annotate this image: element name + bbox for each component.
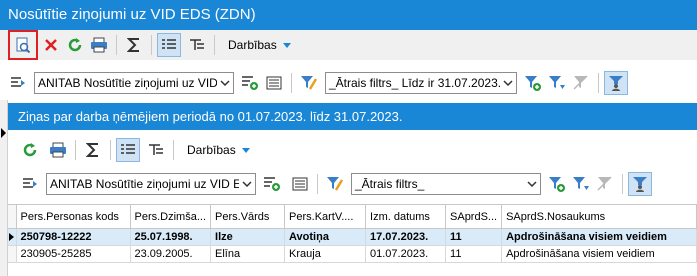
list-settings-icon[interactable]	[6, 71, 30, 95]
report-list-icon[interactable]	[262, 71, 286, 95]
caret-down-icon	[282, 42, 291, 48]
toolbar-separator	[151, 35, 152, 55]
chevron-down-icon	[239, 174, 255, 194]
clear-filter-icon[interactable]	[569, 71, 593, 95]
grid-header-row: Pers.Personas kods Pers.Dzimša... Pers.V…	[8, 204, 697, 229]
table-cell[interactable]: 01.07.2023.	[365, 245, 447, 263]
table-row[interactable]: 250798-12222 25.07.1998. Ilze Avotiņa 17…	[8, 228, 697, 246]
table-cell[interactable]: 17.07.2023.	[365, 228, 447, 246]
print-icon[interactable]	[87, 33, 111, 57]
toolbar-separator	[622, 174, 623, 194]
delete-icon[interactable]	[39, 33, 63, 57]
column-header[interactable]: Izm. datums	[365, 204, 447, 229]
add-filter-icon[interactable]	[521, 71, 545, 95]
column-header[interactable]: SAprdS...	[445, 204, 503, 229]
arrow-right-icon	[1, 128, 6, 138]
outer-filter-toolbar: ANITAB Nosūtītie ziņojumi uz VID EDS _Āt…	[0, 66, 697, 100]
table-cell[interactable]: Krauja	[284, 245, 367, 263]
table-cell[interactable]: Elīna	[210, 245, 286, 263]
current-row-arrow-icon	[9, 233, 14, 241]
inner-title: Ziņas par darba ņēmējiem periodā no 01.0…	[8, 103, 697, 130]
report-select-value: ANITAB Nosūtītie ziņojumi uz VID EDS	[38, 76, 234, 90]
chevron-down-icon	[524, 174, 540, 194]
table-row[interactable]: 230905-25285 23.09.2005. Elīna Krauja 01…	[8, 245, 697, 263]
window-title: Nosūtītie ziņojumi uz VID EDS (ZDN)	[0, 0, 697, 30]
toolbar-separator	[317, 174, 318, 194]
user-filter-icon[interactable]	[628, 172, 652, 196]
toolbar-separator	[75, 140, 76, 160]
data-grid: Pers.Personas kods Pers.Dzimša... Pers.V…	[8, 204, 697, 263]
filter-edit-icon[interactable]	[323, 172, 347, 196]
report-select[interactable]: ANITAB Nosūtītie ziņojumi uz VID EDS	[46, 173, 256, 195]
table-cell[interactable]: Apdrošināšana visiem veidiem	[501, 228, 697, 246]
actions-menu-label: Darbības	[187, 143, 236, 157]
row-indicator	[8, 245, 17, 263]
toolbar-separator	[173, 140, 174, 160]
toolbar-separator	[110, 140, 111, 160]
table-cell[interactable]: Ilze	[210, 228, 286, 246]
row-indicator-strip	[0, 100, 8, 276]
grid-view-icon[interactable]	[157, 33, 181, 57]
chevron-down-icon	[217, 73, 233, 93]
toolbar-separator	[598, 73, 599, 93]
table-cell[interactable]: Apdrošināšana visiem veidiem	[501, 245, 697, 263]
clear-filter-icon[interactable]	[593, 172, 617, 196]
table-cell[interactable]: 250798-12222	[15, 228, 131, 246]
print-icon[interactable]	[46, 138, 70, 162]
report-list-icon[interactable]	[288, 172, 312, 196]
actions-menu-button[interactable]: Darbības	[228, 38, 291, 52]
filter-select-value: _Ātrais filtrs_	[355, 177, 425, 191]
toolbar-separator	[291, 73, 292, 93]
add-report-icon[interactable]	[260, 172, 284, 196]
table-cell[interactable]: 11	[445, 245, 503, 263]
row-indicator	[8, 228, 17, 246]
report-select-value: ANITAB Nosūtītie ziņojumi uz VID EDS	[50, 177, 256, 191]
tree-view-icon[interactable]	[185, 33, 209, 57]
column-header[interactable]: Pers.Vārds	[210, 204, 286, 229]
header-indicator	[8, 204, 17, 229]
filter-edit-icon[interactable]	[297, 71, 321, 95]
table-cell[interactable]: 11	[445, 228, 503, 246]
refresh-icon[interactable]	[63, 33, 87, 57]
report-select[interactable]: ANITAB Nosūtītie ziņojumi uz VID EDS	[34, 72, 234, 94]
filter-options-icon[interactable]	[545, 71, 569, 95]
actions-menu-button[interactable]: Darbības	[187, 143, 250, 157]
column-header[interactable]: SAprdS.Nosaukums	[501, 204, 697, 229]
column-header[interactable]: Pers.Dzimša...	[129, 204, 212, 229]
add-report-icon[interactable]	[238, 71, 262, 95]
chevron-down-icon	[500, 73, 516, 93]
column-header[interactable]: Pers.Personas kods	[15, 204, 131, 229]
inner-filter-toolbar: ANITAB Nosūtītie ziņojumi uz VID EDS _Āt…	[8, 169, 697, 199]
filter-select-value: _Ātrais filtrs_ Līdz ir 31.07.2023.	[329, 76, 502, 90]
refresh-icon[interactable]	[18, 138, 42, 162]
sum-icon[interactable]	[81, 138, 105, 162]
table-cell[interactable]: 23.09.2005.	[129, 245, 212, 263]
tree-view-icon[interactable]	[144, 138, 168, 162]
toolbar-separator	[214, 35, 215, 55]
add-filter-icon[interactable]	[545, 172, 569, 196]
list-settings-icon[interactable]	[18, 172, 42, 196]
table-cell[interactable]: 230905-25285	[15, 245, 131, 263]
actions-menu-label: Darbības	[228, 38, 277, 52]
view-document-icon[interactable]	[8, 30, 38, 60]
filter-select[interactable]: _Ātrais filtrs_	[351, 173, 541, 195]
toolbar-separator	[116, 35, 117, 55]
outer-main-toolbar: Darbības	[0, 30, 697, 60]
column-header[interactable]: Pers.KartV....	[284, 204, 367, 229]
user-filter-icon[interactable]	[604, 71, 628, 95]
caret-down-icon	[241, 147, 250, 153]
filter-select[interactable]: _Ātrais filtrs_ Līdz ir 31.07.2023.	[325, 72, 517, 94]
table-cell[interactable]: 25.07.1998.	[129, 228, 212, 246]
inner-main-toolbar: Darbības	[8, 135, 697, 165]
filter-options-icon[interactable]	[569, 172, 593, 196]
sum-icon[interactable]	[122, 33, 146, 57]
table-cell[interactable]: Avotiņa	[284, 228, 367, 246]
grid-view-icon[interactable]	[116, 138, 140, 162]
